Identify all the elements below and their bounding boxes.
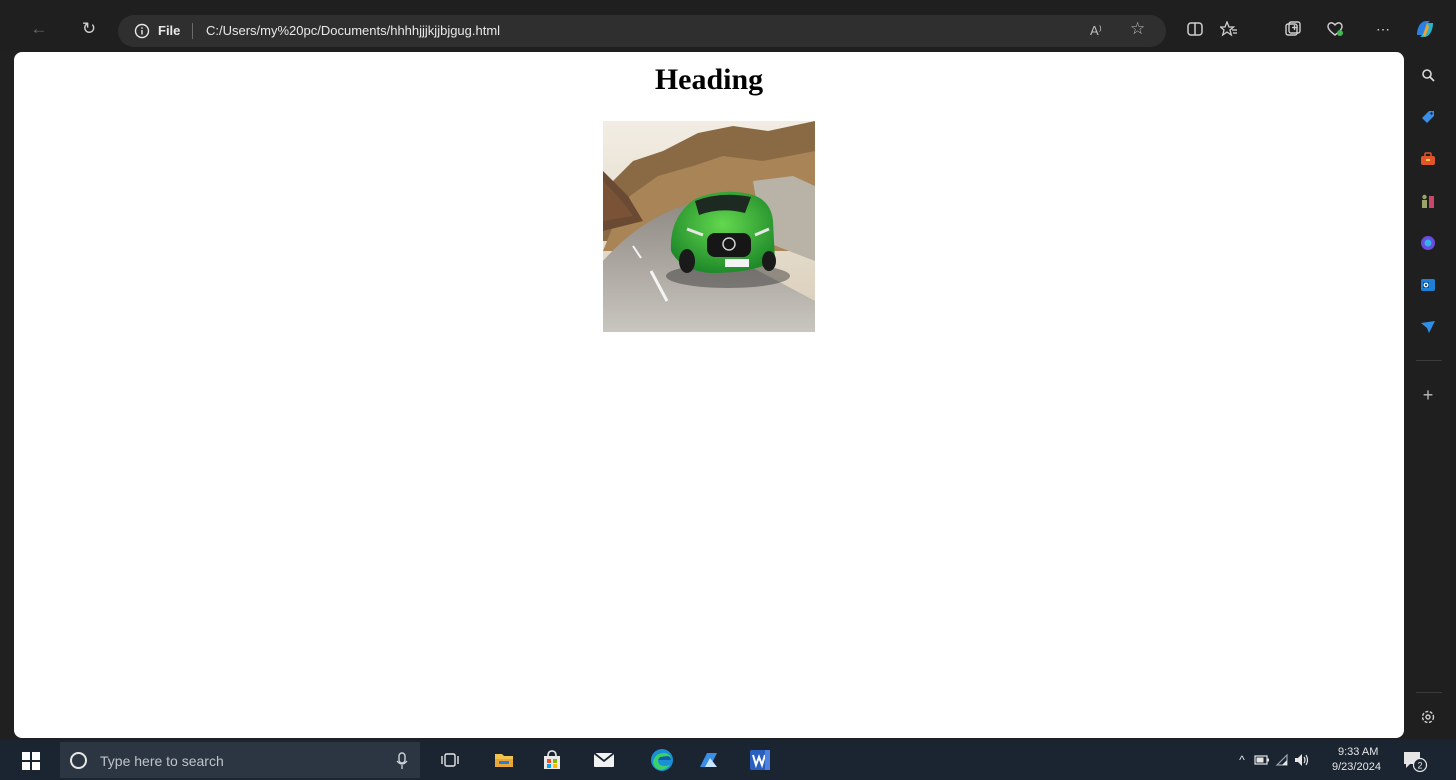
shopping-tag-icon[interactable] bbox=[1417, 106, 1439, 128]
sidebar-divider bbox=[1416, 692, 1442, 693]
volume-icon[interactable] bbox=[1290, 748, 1314, 772]
favorites-icon[interactable] bbox=[1214, 14, 1244, 44]
mail-icon[interactable] bbox=[592, 748, 616, 772]
refresh-icon[interactable]: ↻ bbox=[74, 14, 104, 44]
copilot-icon[interactable] bbox=[1410, 14, 1440, 44]
microphone-icon[interactable] bbox=[395, 752, 409, 770]
more-options-icon[interactable]: ⋯ bbox=[1368, 14, 1398, 44]
cortana-circle-icon bbox=[70, 752, 87, 769]
clock-date[interactable]: 9/23/2024 bbox=[1332, 761, 1381, 774]
sidebar-settings-icon[interactable] bbox=[1417, 706, 1439, 728]
url-text[interactable]: C:/Users/my%20pc/Documents/hhhhjjjkjjbjg… bbox=[206, 23, 500, 39]
edge-sidebar: + bbox=[1406, 52, 1456, 738]
notification-count: 2 bbox=[1417, 761, 1422, 771]
notification-center-icon[interactable]: 2 bbox=[1402, 750, 1428, 772]
collections-icon[interactable] bbox=[1278, 14, 1308, 44]
page-viewport: Heading bbox=[14, 52, 1404, 738]
add-icon[interactable]: + bbox=[1417, 384, 1439, 406]
address-divider bbox=[192, 23, 193, 39]
browser-toolbar: ← ↻ File C:/Users/my%20pc/Documents/hhhh… bbox=[0, 0, 1456, 52]
copilot-sidebar-icon[interactable] bbox=[1417, 232, 1439, 254]
info-icon[interactable] bbox=[134, 23, 150, 39]
tools-icon[interactable] bbox=[1417, 148, 1439, 170]
favorite-star-icon[interactable]: ☆ bbox=[1130, 20, 1145, 37]
split-screen-icon[interactable] bbox=[1180, 14, 1210, 44]
search-icon[interactable] bbox=[1417, 64, 1439, 86]
read-aloud-icon[interactable]: A⁾ bbox=[1090, 23, 1102, 39]
microsoft-store-icon[interactable] bbox=[540, 748, 564, 772]
edge-browser-icon[interactable] bbox=[650, 748, 674, 772]
browser-essentials-icon[interactable] bbox=[1320, 14, 1350, 44]
windows-taskbar: Type here to search ^ 9:33 AM 9/23/2024 bbox=[0, 740, 1456, 780]
search-placeholder: Type here to search bbox=[100, 753, 224, 769]
task-view-icon[interactable] bbox=[438, 748, 462, 772]
file-label: File bbox=[158, 23, 181, 38]
car-image bbox=[603, 121, 815, 332]
sidebar-divider bbox=[1416, 360, 1442, 361]
clock-time[interactable]: 9:33 AM bbox=[1338, 746, 1378, 759]
send-icon[interactable] bbox=[1417, 316, 1439, 338]
back-arrow-icon[interactable]: ← bbox=[24, 14, 54, 44]
games-icon[interactable] bbox=[1417, 190, 1439, 212]
windows-start-icon[interactable] bbox=[22, 752, 40, 770]
outlook-icon[interactable] bbox=[1417, 274, 1439, 296]
file-explorer-icon[interactable] bbox=[492, 748, 516, 772]
photos-app-icon[interactable] bbox=[696, 748, 720, 772]
address-bar[interactable]: File C:/Users/my%20pc/Documents/hhhhjjjk… bbox=[118, 15, 1166, 47]
taskbar-search-box[interactable]: Type here to search bbox=[60, 742, 420, 778]
word-icon[interactable] bbox=[748, 748, 772, 772]
page-heading: Heading bbox=[654, 63, 764, 96]
